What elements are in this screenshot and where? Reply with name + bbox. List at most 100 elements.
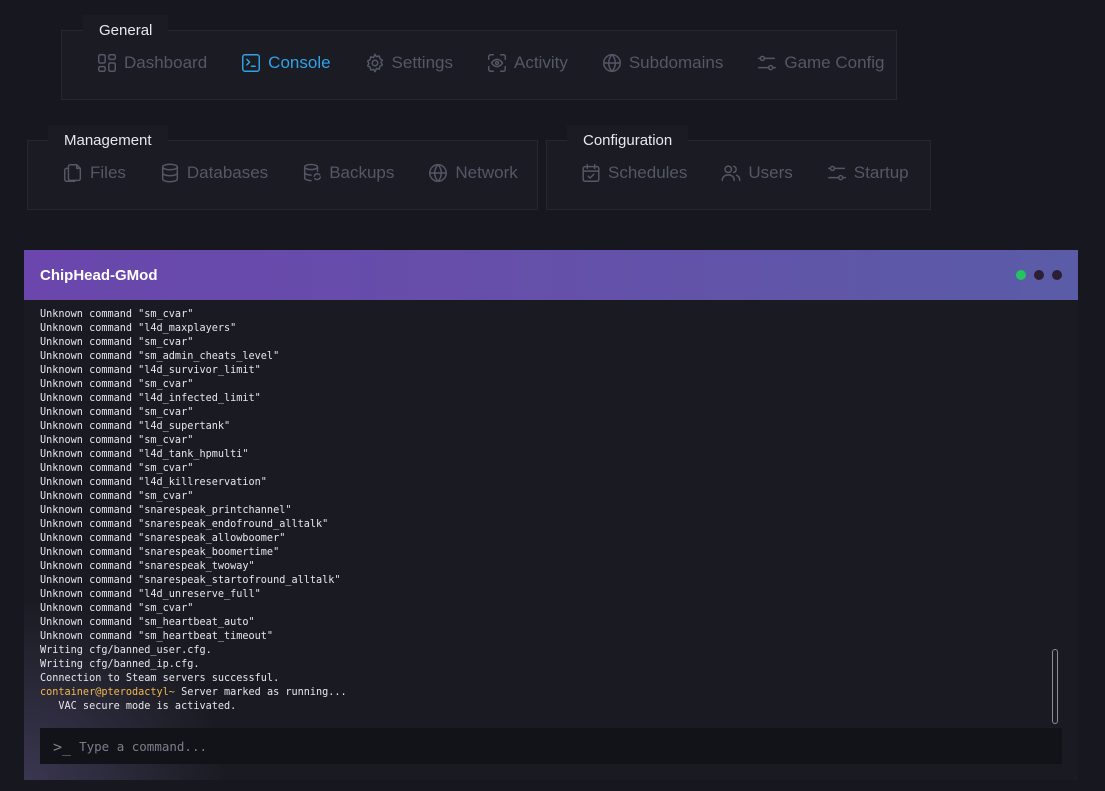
terminal-prompt-icon: >_ <box>53 738 72 756</box>
log-line: Unknown command "snarespeak_boomertime" <box>40 547 280 558</box>
log-line: VAC secure mode is activated. <box>40 701 237 712</box>
sliders-icon <box>758 55 777 71</box>
eye-scan-icon <box>488 54 506 72</box>
prompt-message: Server marked as running... <box>174 687 347 698</box>
database-icon <box>159 162 187 184</box>
log-line: Connection to Steam servers successful. <box>40 673 280 684</box>
eye-scan-icon <box>486 52 514 74</box>
nav-group-general: General Dashboard Console Settings Activity… <box>61 15 897 100</box>
log-line: Unknown command "sm_cvar" <box>40 463 194 474</box>
log-line-prompt: container@pterodactyl~ Server marked as … <box>40 686 1048 700</box>
terminal-icon <box>240 52 268 74</box>
log-line: Unknown command "l4d_supertank" <box>40 421 231 432</box>
log-line: Unknown command "sm_cvar" <box>40 603 194 614</box>
globe-icon <box>427 162 455 184</box>
globe-icon <box>602 54 621 72</box>
log-line: Unknown command "l4d_survivor_limit" <box>40 365 261 376</box>
tab-users[interactable]: Users <box>720 162 793 184</box>
log-line: Unknown command "l4d_killreservation" <box>40 477 267 488</box>
command-input[interactable] <box>77 737 1062 755</box>
tab-startup[interactable]: Startup <box>826 162 909 184</box>
tab-label: Dashboard <box>124 53 208 72</box>
tab-label: Network <box>455 163 518 182</box>
tab-backups[interactable]: Backups <box>301 162 394 184</box>
status-dots <box>1008 270 1062 280</box>
tab-settings[interactable]: Settings <box>364 52 453 74</box>
log-line: Unknown command "sm_cvar" <box>40 491 194 502</box>
database-icon <box>161 163 178 183</box>
log-line: Unknown command "sm_cvar" <box>40 407 194 418</box>
sliders-icon <box>826 162 854 184</box>
tab-label: Subdomains <box>628 53 724 72</box>
tab-game-config[interactable]: Game Config <box>756 52 885 74</box>
users-icon <box>721 165 741 182</box>
globe-icon <box>601 52 629 74</box>
log-line: Unknown command "snarespeak_allowboomer" <box>40 533 286 544</box>
log-line: Unknown command "snarespeak_printchannel… <box>40 505 292 516</box>
server-name: ChipHead-GMod <box>40 266 158 284</box>
status-dot <box>1052 270 1062 280</box>
nav-group-management: Management Files Databases Backups Network <box>27 125 538 210</box>
tab-dashboard[interactable]: Dashboard <box>96 52 207 74</box>
tab-label: Activity <box>513 53 568 72</box>
log-line: Unknown command "l4d_unreserve_full" <box>40 589 261 600</box>
gear-icon <box>364 52 392 74</box>
log-line: Unknown command "l4d_infected_limit" <box>40 393 261 404</box>
tab-label: Startup <box>853 163 909 182</box>
nav-group-configuration: Configuration Schedules Users Startup <box>546 125 931 210</box>
log-line: Unknown command "sm_cvar" <box>40 309 194 320</box>
backup-icon <box>304 163 322 182</box>
nav-group-title: Management <box>48 125 168 157</box>
tab-label: Settings <box>391 53 453 72</box>
tab-databases[interactable]: Databases <box>159 162 268 184</box>
calendar-icon <box>582 164 600 182</box>
files-icon <box>62 162 90 184</box>
users-icon <box>720 162 748 184</box>
nav-group-title: General <box>83 15 169 47</box>
log-line: Unknown command "sm_cvar" <box>40 379 194 390</box>
log-line: Unknown command "sm_heartbeat_timeout" <box>40 631 274 642</box>
tab-label: Databases <box>186 163 269 182</box>
console-scrollbar[interactable] <box>1052 649 1058 724</box>
tab-label: Backups <box>329 163 395 182</box>
tab-files[interactable]: Files <box>62 162 126 184</box>
status-dot <box>1034 270 1044 280</box>
dashboard-icon <box>96 52 124 74</box>
globe-icon <box>429 164 448 182</box>
terminal-icon <box>242 54 261 72</box>
sliders-icon <box>756 52 784 74</box>
nav-tabs: Dashboard Console Settings Activity Subdomai… <box>96 52 918 74</box>
log-line: Unknown command "snarespeak_endofround_a… <box>40 519 329 530</box>
gear-icon <box>366 53 383 73</box>
tab-activity[interactable]: Activity <box>486 52 568 74</box>
tab-network[interactable]: Network <box>427 162 518 184</box>
prompt-user: container@pterodactyl~ <box>40 687 175 698</box>
command-bar: >_ <box>40 728 1062 764</box>
tab-label: Console <box>268 53 331 72</box>
tab-subdomains[interactable]: Subdomains <box>601 52 724 74</box>
sliders-icon <box>827 165 846 181</box>
calendar-icon <box>580 162 608 184</box>
log-line: Unknown command "sm_cvar" <box>40 435 194 446</box>
log-line: Writing cfg/banned_ip.cfg. <box>40 659 200 670</box>
status-dot-online <box>1016 270 1026 280</box>
log-line: Unknown command "l4d_maxplayers" <box>40 323 237 334</box>
dashboard-icon <box>98 54 116 72</box>
files-icon <box>64 164 82 182</box>
tab-label: Users <box>748 163 793 182</box>
log-line: Unknown command "sm_heartbeat_auto" <box>40 617 255 628</box>
tab-console[interactable]: Console <box>240 52 331 74</box>
log-line: Unknown command "sm_admin_cheats_level" <box>40 351 280 362</box>
tab-label: Files <box>90 163 126 182</box>
log-line: Unknown command "sm_cvar" <box>40 337 194 348</box>
nav-group-title: Configuration <box>567 125 689 157</box>
nav-tabs: Files Databases Backups Network <box>62 162 551 184</box>
log-line: Unknown command "snarespeak_startofround… <box>40 575 341 586</box>
tab-label: Schedules <box>608 163 688 182</box>
console-output: Unknown command "sm_cvar" Unknown command… <box>40 308 1048 714</box>
tab-schedules[interactable]: Schedules <box>580 162 687 184</box>
console-header: ChipHead-GMod <box>24 250 1078 300</box>
backup-icon <box>301 162 329 184</box>
console-panel: ChipHead-GMod Unknown command "sm_cvar" U… <box>24 250 1078 780</box>
nav-tabs: Schedules Users Startup <box>580 162 942 184</box>
